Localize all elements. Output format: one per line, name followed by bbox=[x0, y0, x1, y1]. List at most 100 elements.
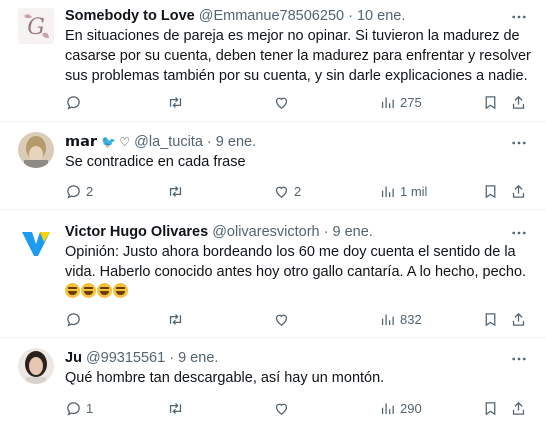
tweet-text: En situaciones de pareja es mejor no opi… bbox=[65, 28, 531, 84]
reply-icon bbox=[67, 401, 80, 416]
timestamp[interactable]: 9 ene. bbox=[333, 224, 373, 240]
svg-text:G: G bbox=[27, 15, 45, 40]
tweet[interactable]: Ju @99315561 · 9 ene. Qué hombre tan des… bbox=[0, 338, 546, 426]
share-button[interactable] bbox=[510, 309, 527, 329]
avatar[interactable] bbox=[18, 348, 54, 384]
tweet-text: Se contradice en cada frase bbox=[65, 154, 246, 170]
user-handle[interactable]: @99315561 bbox=[86, 350, 165, 366]
retweet-button[interactable] bbox=[167, 398, 188, 418]
like-button[interactable] bbox=[273, 92, 294, 112]
user-handle[interactable]: @la_tucita bbox=[134, 134, 203, 150]
views-button[interactable]: 290 bbox=[379, 398, 422, 418]
timestamp[interactable]: 9 ene. bbox=[178, 350, 218, 366]
tweet-actions: 275 bbox=[65, 92, 532, 112]
view-count: 275 bbox=[400, 94, 422, 110]
more-icon[interactable] bbox=[510, 8, 528, 26]
bookmark-button[interactable] bbox=[482, 92, 499, 112]
tweet[interactable]: G Somebody to Love @Emmanue78506250 · 10… bbox=[0, 0, 546, 122]
heart-icon bbox=[275, 97, 288, 109]
views-icon bbox=[381, 97, 394, 108]
like-button[interactable] bbox=[273, 398, 294, 418]
share-icon bbox=[512, 312, 525, 326]
display-name[interactable]: Somebody to Love bbox=[65, 8, 195, 24]
bookmark-button[interactable] bbox=[482, 181, 499, 201]
reply-button[interactable]: 1 bbox=[65, 398, 93, 418]
retweet-icon bbox=[169, 185, 182, 197]
separator: · bbox=[206, 134, 212, 150]
view-count: 832 bbox=[400, 311, 422, 327]
display-name[interactable]: Victor Hugo Olivares bbox=[65, 224, 208, 240]
retweet-button[interactable] bbox=[167, 181, 188, 201]
tweet-header: Ju @99315561 · 9 ene. bbox=[65, 348, 532, 368]
views-button[interactable]: 1 mil bbox=[379, 181, 427, 201]
emoji-row bbox=[65, 282, 532, 302]
tweet[interactable]: 𝗺𝗮𝗿 🐦 ♡ @la_tucita · 9 ene. Se contradic… bbox=[0, 122, 546, 210]
tweet-text: Opinión: Justo ahora bordeando los 60 me… bbox=[65, 244, 527, 280]
bookmark-button[interactable] bbox=[482, 309, 499, 329]
display-name[interactable]: 𝗺𝗮𝗿 bbox=[65, 134, 97, 150]
reply-button[interactable] bbox=[65, 92, 86, 112]
reply-count: 2 bbox=[86, 183, 94, 199]
tweet-header: 𝗺𝗮𝗿 🐦 ♡ @la_tucita · 9 ene. bbox=[65, 132, 532, 152]
tweet-actions: 2 2 1 mil bbox=[65, 181, 532, 201]
views-button[interactable]: 832 bbox=[379, 309, 422, 329]
reply-button[interactable] bbox=[65, 309, 86, 329]
share-button[interactable] bbox=[510, 181, 527, 201]
views-button[interactable]: 275 bbox=[379, 92, 422, 112]
view-count: 1 mil bbox=[400, 183, 428, 199]
bookmark-icon bbox=[485, 401, 496, 415]
rofl-emoji-icon bbox=[113, 283, 128, 298]
like-button[interactable] bbox=[273, 309, 294, 329]
reply-icon bbox=[67, 312, 80, 327]
share-button[interactable] bbox=[510, 92, 527, 112]
rofl-emoji-icon bbox=[81, 283, 96, 298]
reply-icon bbox=[67, 184, 80, 199]
views-icon bbox=[381, 403, 394, 414]
retweet-icon bbox=[169, 96, 182, 108]
tweet-actions: 1 290 bbox=[65, 398, 532, 418]
retweet-button[interactable] bbox=[167, 309, 188, 329]
reply-button[interactable]: 2 bbox=[65, 181, 93, 201]
tweet-header: Victor Hugo Olivares @olivaresvictorh · … bbox=[65, 222, 532, 242]
retweet-button[interactable] bbox=[167, 92, 188, 112]
reply-icon bbox=[67, 95, 80, 110]
tweet-header: Somebody to Love @Emmanue78506250 · 10 e… bbox=[65, 6, 532, 26]
bookmark-icon bbox=[485, 95, 496, 109]
display-name[interactable]: Ju bbox=[65, 350, 82, 366]
rofl-emoji-icon bbox=[97, 283, 112, 298]
view-count: 290 bbox=[400, 400, 422, 416]
like-count: 2 bbox=[294, 183, 302, 199]
avatar[interactable] bbox=[18, 224, 54, 260]
retweet-icon bbox=[169, 313, 182, 325]
reply-count: 1 bbox=[86, 400, 94, 416]
rofl-emoji-icon bbox=[65, 283, 80, 298]
views-icon bbox=[381, 314, 394, 325]
share-button[interactable] bbox=[510, 398, 527, 418]
tweet[interactable]: Victor Hugo Olivares @olivaresvictorh · … bbox=[0, 210, 546, 338]
like-button[interactable]: 2 bbox=[273, 181, 301, 201]
avatar[interactable]: G bbox=[18, 8, 54, 44]
heart-icon bbox=[275, 314, 288, 326]
more-icon[interactable] bbox=[510, 350, 528, 368]
views-icon bbox=[381, 186, 394, 197]
heart-icon bbox=[275, 403, 288, 415]
tweet-text: Qué hombre tan descargable, así hay un m… bbox=[65, 370, 385, 386]
heart-bird-icons: 🐦 ♡ bbox=[101, 135, 131, 149]
timestamp[interactable]: 10 ene. bbox=[357, 8, 405, 24]
separator: · bbox=[348, 8, 353, 24]
tweet-actions: 832 bbox=[65, 309, 532, 329]
more-icon[interactable] bbox=[510, 224, 528, 242]
separator: · bbox=[169, 350, 175, 366]
more-icon[interactable] bbox=[510, 134, 528, 152]
bookmark-button[interactable] bbox=[482, 398, 499, 418]
bookmark-icon bbox=[485, 184, 496, 198]
heart-icon bbox=[275, 186, 288, 198]
user-handle[interactable]: @olivaresvictorh bbox=[212, 224, 319, 240]
avatar[interactable] bbox=[18, 132, 54, 168]
retweet-icon bbox=[169, 402, 182, 414]
user-handle[interactable]: @Emmanue78506250 bbox=[199, 8, 344, 24]
timestamp[interactable]: 9 ene. bbox=[216, 134, 256, 150]
share-icon bbox=[512, 95, 525, 109]
share-icon bbox=[512, 401, 525, 415]
share-icon bbox=[512, 184, 525, 198]
